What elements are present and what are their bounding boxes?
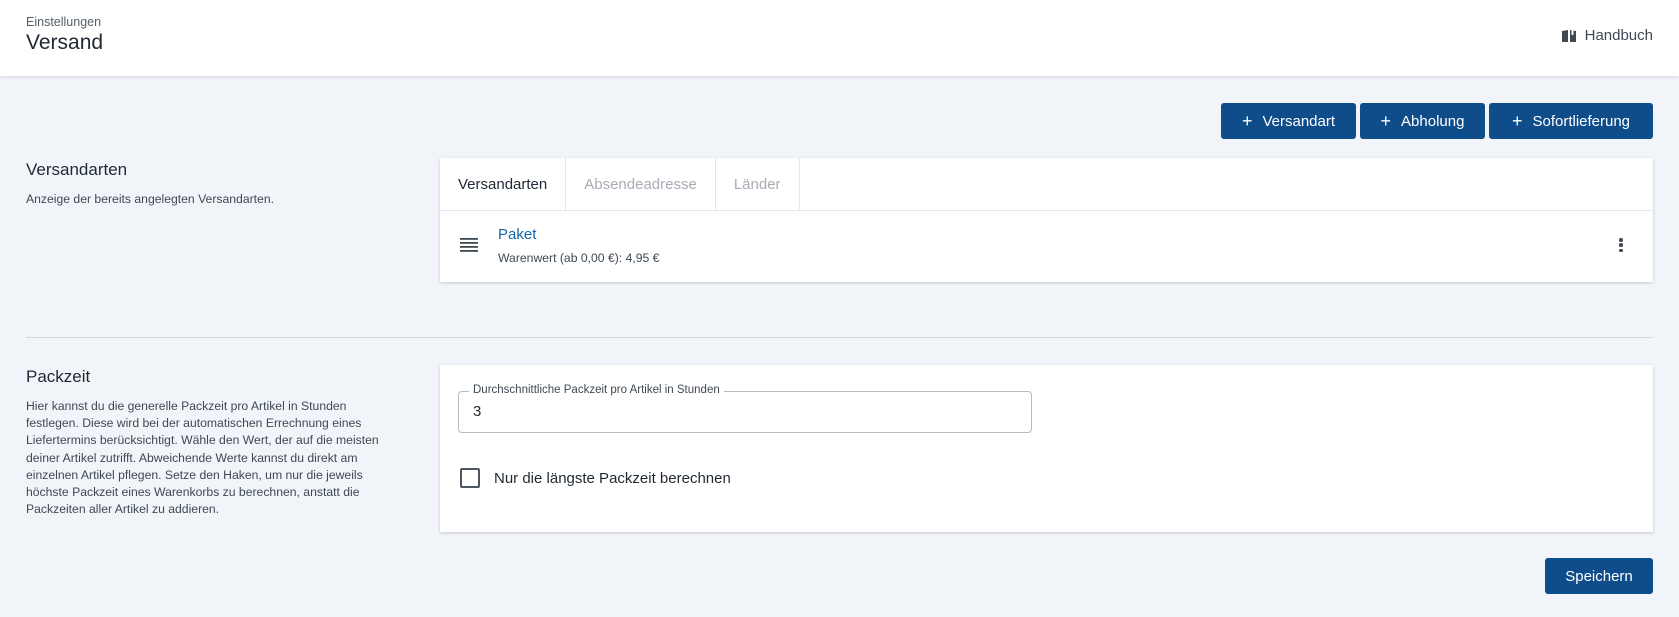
longest-packzeit-checkbox-row[interactable]: Nur die längste Packzeit berechnen xyxy=(460,468,731,488)
top-bar: Einstellungen Versand Handbuch xyxy=(0,0,1679,76)
tab-absendeadresse[interactable]: Absendeadresse xyxy=(566,158,716,210)
add-sofortlieferung-label: Sofortlieferung xyxy=(1532,112,1631,130)
book-icon xyxy=(1561,29,1577,43)
versandarten-card: Versandarten Absendeadresse Länder Paket… xyxy=(440,158,1653,282)
tab-versandarten[interactable]: Versandarten xyxy=(440,158,567,210)
longest-packzeit-label[interactable]: Nur die längste Packzeit berechnen xyxy=(494,470,731,487)
save-label: Speichern xyxy=(1565,567,1633,585)
add-versandart-button[interactable]: + Versandart xyxy=(1221,103,1356,139)
tab-laender[interactable]: Länder xyxy=(716,158,800,210)
add-abholung-button[interactable]: + Abholung xyxy=(1360,103,1485,139)
add-sofortlieferung-button[interactable]: + Sofortlieferung xyxy=(1489,103,1653,139)
tab-bar: Versandarten Absendeadresse Länder xyxy=(440,158,1653,211)
versandarten-section-description: Anzeige der bereits angelegten Versandar… xyxy=(26,192,274,206)
versandarten-section-title: Versandarten xyxy=(26,160,128,179)
page-title: Versand xyxy=(26,31,104,54)
add-versandart-label: Versandart xyxy=(1262,112,1336,130)
drag-handle-icon[interactable] xyxy=(460,238,478,257)
plus-icon: + xyxy=(1380,110,1392,131)
plus-icon: + xyxy=(1511,110,1523,131)
shipping-method-detail: Warenwert (ab 0,00 €): 4,95 € xyxy=(498,251,660,265)
packzeit-card: Durchschnittliche Packzeit pro Artikel i… xyxy=(440,365,1653,532)
manual-label: Handbuch xyxy=(1584,27,1653,44)
packzeit-input[interactable] xyxy=(473,403,1013,420)
list-item: Paket Warenwert (ab 0,00 €): 4,95 € xyxy=(440,211,1653,281)
more-vert-icon[interactable] xyxy=(1615,235,1627,255)
longest-packzeit-checkbox[interactable] xyxy=(460,468,480,488)
packzeit-field[interactable]: Durchschnittliche Packzeit pro Artikel i… xyxy=(458,384,1032,433)
packzeit-section-title: Packzeit xyxy=(26,367,91,386)
packzeit-field-label: Durchschnittliche Packzeit pro Artikel i… xyxy=(469,384,724,396)
manual-link[interactable]: Handbuch xyxy=(1561,27,1653,44)
breadcrumb[interactable]: Einstellungen xyxy=(26,15,101,29)
add-abholung-label: Abholung xyxy=(1401,112,1465,130)
plus-icon: + xyxy=(1241,110,1253,131)
save-button[interactable]: Speichern xyxy=(1545,558,1653,594)
shipping-method-name[interactable]: Paket xyxy=(498,226,536,243)
section-divider xyxy=(26,337,1653,338)
packzeit-section-description: Hier kannst du die generelle Packzeit pr… xyxy=(26,399,379,517)
